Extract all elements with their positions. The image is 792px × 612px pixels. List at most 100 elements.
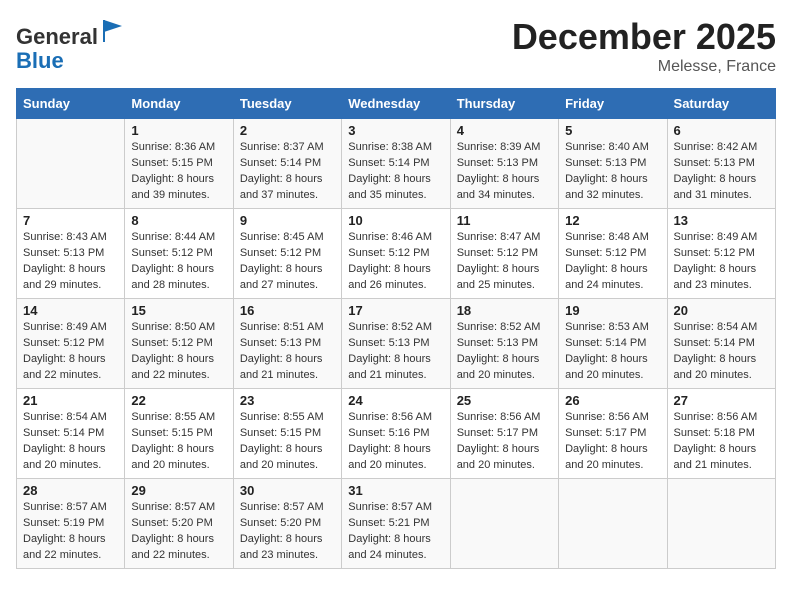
calendar-cell: 22 Sunrise: 8:55 AM Sunset: 5:15 PM Dayli…	[125, 389, 233, 479]
calendar-cell: 13 Sunrise: 8:49 AM Sunset: 5:12 PM Dayli…	[667, 209, 775, 299]
day-info: Sunrise: 8:36 AM Sunset: 5:15 PM Dayligh…	[131, 140, 226, 204]
day-info: Sunrise: 8:57 AM Sunset: 5:21 PM Dayligh…	[348, 500, 443, 564]
title-block: December 2025 Melesse, France	[512, 16, 776, 76]
logo-blue: Blue	[16, 48, 64, 73]
calendar-cell: 24 Sunrise: 8:56 AM Sunset: 5:16 PM Dayli…	[342, 389, 450, 479]
calendar-cell: 31 Sunrise: 8:57 AM Sunset: 5:21 PM Dayli…	[342, 479, 450, 569]
day-info: Sunrise: 8:51 AM Sunset: 5:13 PM Dayligh…	[240, 320, 335, 384]
calendar-cell: 30 Sunrise: 8:57 AM Sunset: 5:20 PM Dayli…	[233, 479, 341, 569]
day-number: 18	[457, 303, 552, 318]
weekday-header: Thursday	[450, 89, 558, 119]
day-number: 22	[131, 393, 226, 408]
day-number: 19	[565, 303, 660, 318]
day-info: Sunrise: 8:55 AM Sunset: 5:15 PM Dayligh…	[240, 410, 335, 474]
day-number: 16	[240, 303, 335, 318]
day-number: 28	[23, 483, 118, 498]
calendar-cell: 17 Sunrise: 8:52 AM Sunset: 5:13 PM Dayli…	[342, 299, 450, 389]
calendar-cell: 23 Sunrise: 8:55 AM Sunset: 5:15 PM Dayli…	[233, 389, 341, 479]
weekday-header: Sunday	[17, 89, 125, 119]
day-number: 3	[348, 123, 443, 138]
calendar-cell: 25 Sunrise: 8:56 AM Sunset: 5:17 PM Dayli…	[450, 389, 558, 479]
calendar-cell: 14 Sunrise: 8:49 AM Sunset: 5:12 PM Dayli…	[17, 299, 125, 389]
day-info: Sunrise: 8:52 AM Sunset: 5:13 PM Dayligh…	[457, 320, 552, 384]
day-info: Sunrise: 8:56 AM Sunset: 5:16 PM Dayligh…	[348, 410, 443, 474]
calendar-cell: 9 Sunrise: 8:45 AM Sunset: 5:12 PM Daylig…	[233, 209, 341, 299]
calendar-cell	[667, 479, 775, 569]
day-info: Sunrise: 8:42 AM Sunset: 5:13 PM Dayligh…	[674, 140, 769, 204]
calendar-cell: 4Sunrise: 8:39 AM Sunset: 5:13 PM Daylig…	[450, 119, 558, 209]
logo: General Blue	[16, 16, 128, 73]
day-number: 29	[131, 483, 226, 498]
calendar-cell: 2Sunrise: 8:37 AM Sunset: 5:14 PM Daylig…	[233, 119, 341, 209]
calendar-cell: 8 Sunrise: 8:44 AM Sunset: 5:12 PM Daylig…	[125, 209, 233, 299]
day-number: 6	[674, 123, 769, 138]
calendar-cell: 7 Sunrise: 8:43 AM Sunset: 5:13 PM Daylig…	[17, 209, 125, 299]
calendar-table: SundayMondayTuesdayWednesdayThursdayFrid…	[16, 88, 776, 569]
logo-flag-icon	[100, 16, 128, 44]
day-info: Sunrise: 8:50 AM Sunset: 5:12 PM Dayligh…	[131, 320, 226, 384]
day-info: Sunrise: 8:52 AM Sunset: 5:13 PM Dayligh…	[348, 320, 443, 384]
weekday-header: Wednesday	[342, 89, 450, 119]
calendar-cell: 3 Sunrise: 8:38 AM Sunset: 5:14 PM Daylig…	[342, 119, 450, 209]
day-info: Sunrise: 8:49 AM Sunset: 5:12 PM Dayligh…	[674, 230, 769, 294]
day-number: 31	[348, 483, 443, 498]
weekday-header: Tuesday	[233, 89, 341, 119]
day-info: Sunrise: 8:37 AM Sunset: 5:14 PM Dayligh…	[240, 140, 335, 204]
calendar-cell: 18 Sunrise: 8:52 AM Sunset: 5:13 PM Dayli…	[450, 299, 558, 389]
calendar-cell	[450, 479, 558, 569]
day-number: 26	[565, 393, 660, 408]
day-number: 24	[348, 393, 443, 408]
day-number: 11	[457, 213, 552, 228]
day-info: Sunrise: 8:53 AM Sunset: 5:14 PM Dayligh…	[565, 320, 660, 384]
day-number: 14	[23, 303, 118, 318]
day-number: 17	[348, 303, 443, 318]
day-info: Sunrise: 8:48 AM Sunset: 5:12 PM Dayligh…	[565, 230, 660, 294]
day-info: Sunrise: 8:45 AM Sunset: 5:12 PM Dayligh…	[240, 230, 335, 294]
day-info: Sunrise: 8:54 AM Sunset: 5:14 PM Dayligh…	[23, 410, 118, 474]
calendar-cell: 5Sunrise: 8:40 AM Sunset: 5:13 PM Daylig…	[559, 119, 667, 209]
day-info: Sunrise: 8:38 AM Sunset: 5:14 PM Dayligh…	[348, 140, 443, 204]
calendar-cell: 20 Sunrise: 8:54 AM Sunset: 5:14 PM Dayli…	[667, 299, 775, 389]
day-info: Sunrise: 8:56 AM Sunset: 5:17 PM Dayligh…	[565, 410, 660, 474]
calendar-cell	[17, 119, 125, 209]
month-title: December 2025	[512, 16, 776, 58]
day-info: Sunrise: 8:55 AM Sunset: 5:15 PM Dayligh…	[131, 410, 226, 474]
calendar-cell: 16 Sunrise: 8:51 AM Sunset: 5:13 PM Dayli…	[233, 299, 341, 389]
day-number: 8	[131, 213, 226, 228]
calendar-cell: 28 Sunrise: 8:57 AM Sunset: 5:19 PM Dayli…	[17, 479, 125, 569]
day-number: 27	[674, 393, 769, 408]
day-number: 1	[131, 123, 226, 138]
calendar-cell: 10Sunrise: 8:46 AM Sunset: 5:12 PM Dayli…	[342, 209, 450, 299]
day-number: 25	[457, 393, 552, 408]
day-number: 23	[240, 393, 335, 408]
day-number: 30	[240, 483, 335, 498]
day-info: Sunrise: 8:56 AM Sunset: 5:17 PM Dayligh…	[457, 410, 552, 474]
day-info: Sunrise: 8:56 AM Sunset: 5:18 PM Dayligh…	[674, 410, 769, 474]
day-number: 4	[457, 123, 552, 138]
day-info: Sunrise: 8:57 AM Sunset: 5:20 PM Dayligh…	[240, 500, 335, 564]
calendar-cell: 12 Sunrise: 8:48 AM Sunset: 5:12 PM Dayli…	[559, 209, 667, 299]
calendar-cell	[559, 479, 667, 569]
calendar-cell: 19 Sunrise: 8:53 AM Sunset: 5:14 PM Dayli…	[559, 299, 667, 389]
day-info: Sunrise: 8:49 AM Sunset: 5:12 PM Dayligh…	[23, 320, 118, 384]
calendar-cell: 11 Sunrise: 8:47 AM Sunset: 5:12 PM Dayli…	[450, 209, 558, 299]
day-number: 12	[565, 213, 660, 228]
day-info: Sunrise: 8:44 AM Sunset: 5:12 PM Dayligh…	[131, 230, 226, 294]
day-info: Sunrise: 8:54 AM Sunset: 5:14 PM Dayligh…	[674, 320, 769, 384]
day-number: 9	[240, 213, 335, 228]
weekday-header: Monday	[125, 89, 233, 119]
day-info: Sunrise: 8:57 AM Sunset: 5:19 PM Dayligh…	[23, 500, 118, 564]
calendar-cell: 1 Sunrise: 8:36 AM Sunset: 5:15 PM Daylig…	[125, 119, 233, 209]
weekday-header: Friday	[559, 89, 667, 119]
day-info: Sunrise: 8:47 AM Sunset: 5:12 PM Dayligh…	[457, 230, 552, 294]
day-number: 13	[674, 213, 769, 228]
day-number: 10	[348, 213, 443, 228]
logo-general: General	[16, 24, 98, 49]
day-info: Sunrise: 8:43 AM Sunset: 5:13 PM Dayligh…	[23, 230, 118, 294]
day-number: 20	[674, 303, 769, 318]
calendar-cell: 15Sunrise: 8:50 AM Sunset: 5:12 PM Dayli…	[125, 299, 233, 389]
day-number: 7	[23, 213, 118, 228]
day-number: 21	[23, 393, 118, 408]
location: Melesse, France	[512, 58, 776, 76]
calendar-cell: 21 Sunrise: 8:54 AM Sunset: 5:14 PM Dayli…	[17, 389, 125, 479]
